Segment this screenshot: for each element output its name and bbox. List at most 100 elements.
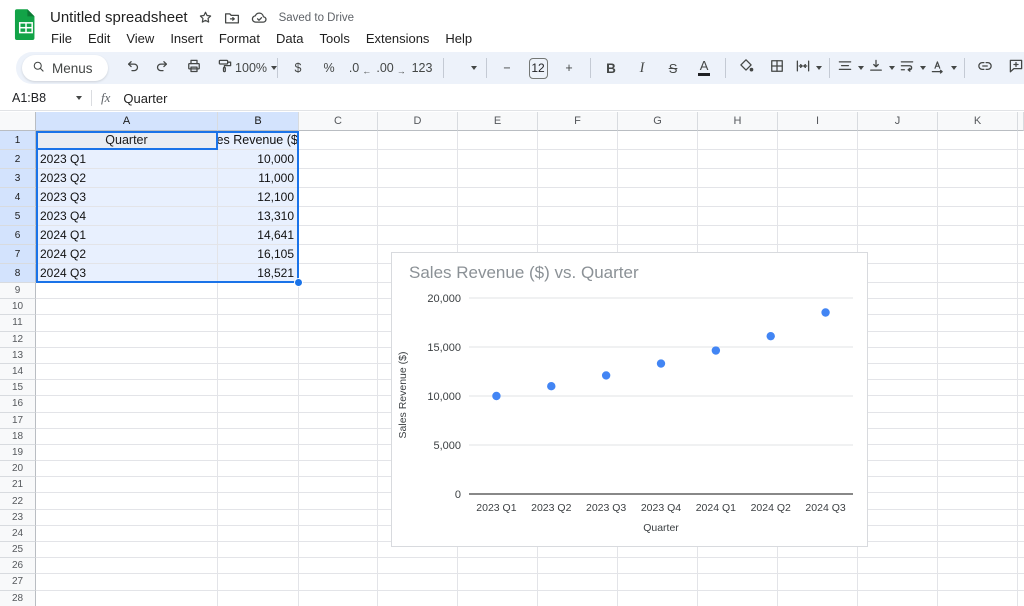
cell-J25[interactable]	[858, 542, 938, 558]
menu-help[interactable]: Help	[437, 29, 480, 48]
cell-B3[interactable]: 11,000	[218, 169, 299, 188]
column-header-j[interactable]: J	[858, 112, 938, 131]
cell-D3[interactable]	[378, 169, 458, 188]
row-header-7[interactable]: 7	[0, 245, 36, 264]
decrease-decimals-button[interactable]: .0←	[345, 55, 376, 81]
move-folder-icon[interactable]	[223, 9, 241, 27]
cell-F26[interactable]	[538, 558, 618, 574]
cell-C26[interactable]	[299, 558, 378, 574]
column-header-e[interactable]: E	[458, 112, 538, 131]
cell-J12[interactable]	[858, 332, 938, 348]
cell-I3[interactable]	[778, 169, 858, 188]
cell-D4[interactable]	[378, 188, 458, 207]
cell-B23[interactable]	[218, 510, 299, 526]
name-box-dropdown-icon[interactable]	[76, 96, 82, 100]
cell-A5[interactable]: 2023 Q4	[36, 207, 218, 226]
cell-J28[interactable]	[858, 591, 938, 606]
cell-G2[interactable]	[618, 150, 698, 169]
cell-B14[interactable]	[218, 364, 299, 380]
cell-D1[interactable]	[378, 131, 458, 150]
cell-K14[interactable]	[938, 364, 1018, 380]
row-header-17[interactable]: 17	[0, 413, 36, 429]
column-header-k[interactable]: K	[938, 112, 1018, 131]
row-header-21[interactable]: 21	[0, 477, 36, 493]
cell-C17[interactable]	[299, 413, 378, 429]
cell-B22[interactable]	[218, 493, 299, 509]
cell-G3[interactable]	[618, 169, 698, 188]
cell-J9[interactable]	[858, 283, 938, 299]
cell-A2[interactable]: 2023 Q1	[36, 150, 218, 169]
cell-B6[interactable]: 14,641	[218, 226, 299, 245]
menu-format[interactable]: Format	[211, 29, 268, 48]
data-point-2023-q2[interactable]	[547, 382, 555, 390]
row-header-18[interactable]: 18	[0, 429, 36, 445]
cell-J17[interactable]	[858, 413, 938, 429]
cell-J11[interactable]	[858, 315, 938, 331]
cell-K2[interactable]	[938, 150, 1018, 169]
row-header-12[interactable]: 12	[0, 332, 36, 348]
row-header-19[interactable]: 19	[0, 445, 36, 461]
cell-B21[interactable]	[218, 477, 299, 493]
row-header-9[interactable]: 9	[0, 283, 36, 299]
cell-D26[interactable]	[378, 558, 458, 574]
column-header-b[interactable]: B	[218, 112, 299, 131]
row-header-24[interactable]: 24	[0, 526, 36, 542]
cell-K6[interactable]	[938, 226, 1018, 245]
select-all-corner[interactable]	[0, 112, 36, 131]
cell-C7[interactable]	[299, 245, 378, 264]
column-header-c[interactable]: C	[299, 112, 378, 131]
fill-color-button[interactable]	[731, 55, 762, 81]
cell-I5[interactable]	[778, 207, 858, 226]
cell-G27[interactable]	[618, 574, 698, 590]
cell-G4[interactable]	[618, 188, 698, 207]
cell-I26[interactable]	[778, 558, 858, 574]
cell-K23[interactable]	[938, 510, 1018, 526]
cell-K13[interactable]	[938, 348, 1018, 364]
cell-E28[interactable]	[458, 591, 538, 606]
cell-K3[interactable]	[938, 169, 1018, 188]
cell-H27[interactable]	[698, 574, 778, 590]
sheets-logo-icon[interactable]	[13, 8, 39, 47]
row-header-16[interactable]: 16	[0, 396, 36, 412]
cell-J19[interactable]	[858, 445, 938, 461]
cell-E6[interactable]	[458, 226, 538, 245]
cell-C10[interactable]	[299, 299, 378, 315]
cell-C24[interactable]	[299, 526, 378, 542]
cell-K12[interactable]	[938, 332, 1018, 348]
cell-K1[interactable]	[938, 131, 1018, 150]
column-header-g[interactable]: G	[618, 112, 698, 131]
cell-B19[interactable]	[218, 445, 299, 461]
cell-B16[interactable]	[218, 396, 299, 412]
cell-F6[interactable]	[538, 226, 618, 245]
cell-F5[interactable]	[538, 207, 618, 226]
cell-E3[interactable]	[458, 169, 538, 188]
data-point-2024-q3[interactable]	[821, 308, 829, 316]
cell-A19[interactable]	[36, 445, 218, 461]
font-select[interactable]	[449, 56, 481, 80]
cell-K21[interactable]	[938, 477, 1018, 493]
cell-J13[interactable]	[858, 348, 938, 364]
cell-J15[interactable]	[858, 380, 938, 396]
menu-insert[interactable]: Insert	[162, 29, 211, 48]
row-header-2[interactable]: 2	[0, 150, 36, 169]
cell-D6[interactable]	[378, 226, 458, 245]
cell-K15[interactable]	[938, 380, 1018, 396]
cell-J24[interactable]	[858, 526, 938, 542]
cell-D28[interactable]	[378, 591, 458, 606]
chevron-down-icon[interactable]	[889, 66, 895, 70]
star-icon[interactable]	[197, 9, 214, 26]
saved-cloud-icon[interactable]	[250, 9, 269, 27]
cell-J16[interactable]	[858, 396, 938, 412]
toolbar-search[interactable]: Menus	[22, 55, 108, 81]
cell-B13[interactable]	[218, 348, 299, 364]
cell-E4[interactable]	[458, 188, 538, 207]
data-point-2023-q4[interactable]	[657, 359, 665, 367]
cell-C4[interactable]	[299, 188, 378, 207]
chevron-down-icon[interactable]	[471, 66, 477, 70]
cell-J18[interactable]	[858, 429, 938, 445]
row-header-3[interactable]: 3	[0, 169, 36, 188]
cell-C2[interactable]	[299, 150, 378, 169]
cell-C15[interactable]	[299, 380, 378, 396]
cell-A8[interactable]: 2024 Q3	[36, 264, 218, 283]
decrease-font-size-button[interactable]: −	[492, 55, 523, 81]
